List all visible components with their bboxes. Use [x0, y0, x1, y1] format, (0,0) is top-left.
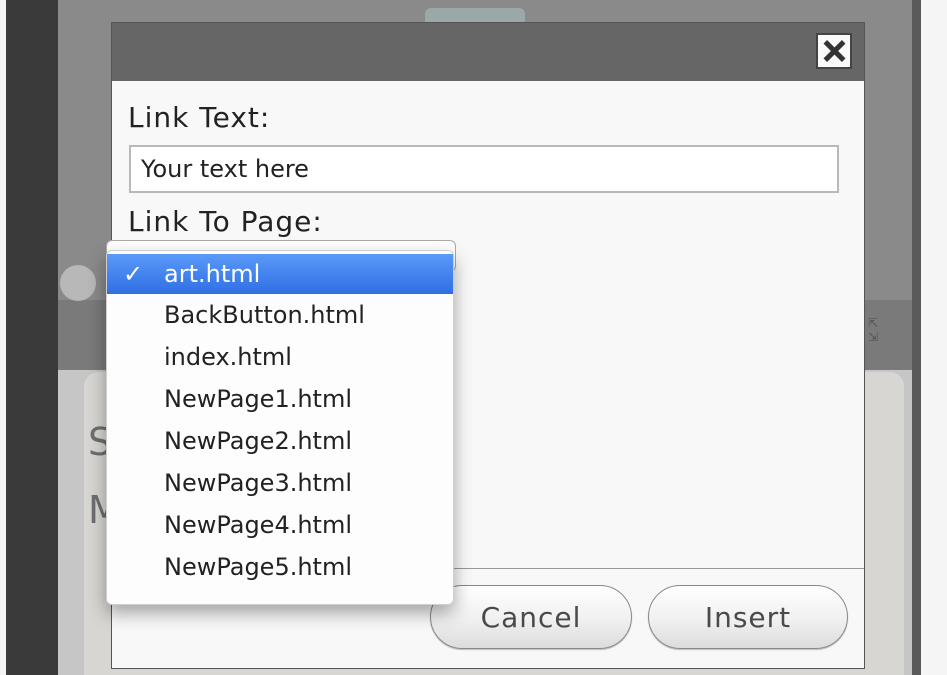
background-circle: [60, 265, 96, 301]
window-edge-right: [921, 0, 947, 675]
cancel-button[interactable]: Cancel: [430, 585, 632, 649]
dropdown-option-newpage1[interactable]: NewPage1.html: [107, 378, 453, 420]
option-label: BackButton.html: [164, 301, 365, 329]
close-icon[interactable]: [816, 33, 852, 69]
dropdown-option-newpage3[interactable]: NewPage3.html: [107, 462, 453, 504]
page-dropdown-list[interactable]: ✓ art.html BackButton.html index.html Ne…: [106, 250, 454, 605]
dropdown-option-backbutton[interactable]: BackButton.html: [107, 294, 453, 336]
expand-icon: ⇱ ⇲: [868, 316, 879, 344]
checkmark-icon: ✓: [123, 260, 144, 288]
insert-button[interactable]: Insert: [648, 585, 848, 649]
link-text-input[interactable]: [129, 145, 839, 193]
dialog-header: [112, 23, 864, 81]
dropdown-option-newpage5[interactable]: NewPage5.html: [107, 546, 453, 588]
option-label: NewPage1.html: [164, 385, 353, 413]
option-label: art.html: [164, 260, 261, 288]
option-label: index.html: [164, 343, 292, 371]
dropdown-option-art[interactable]: ✓ art.html: [107, 254, 453, 294]
option-label: NewPage2.html: [164, 427, 353, 455]
link-text-label: Link Text:: [128, 101, 271, 134]
option-label: NewPage5.html: [164, 553, 353, 581]
background-sidebar: [6, 0, 58, 675]
link-to-page-label: Link To Page:: [128, 205, 323, 238]
dropdown-option-newpage2[interactable]: NewPage2.html: [107, 420, 453, 462]
dropdown-option-newpage4[interactable]: NewPage4.html: [107, 504, 453, 546]
option-label: NewPage3.html: [164, 469, 353, 497]
option-label: NewPage4.html: [164, 511, 353, 539]
dropdown-option-index[interactable]: index.html: [107, 336, 453, 378]
